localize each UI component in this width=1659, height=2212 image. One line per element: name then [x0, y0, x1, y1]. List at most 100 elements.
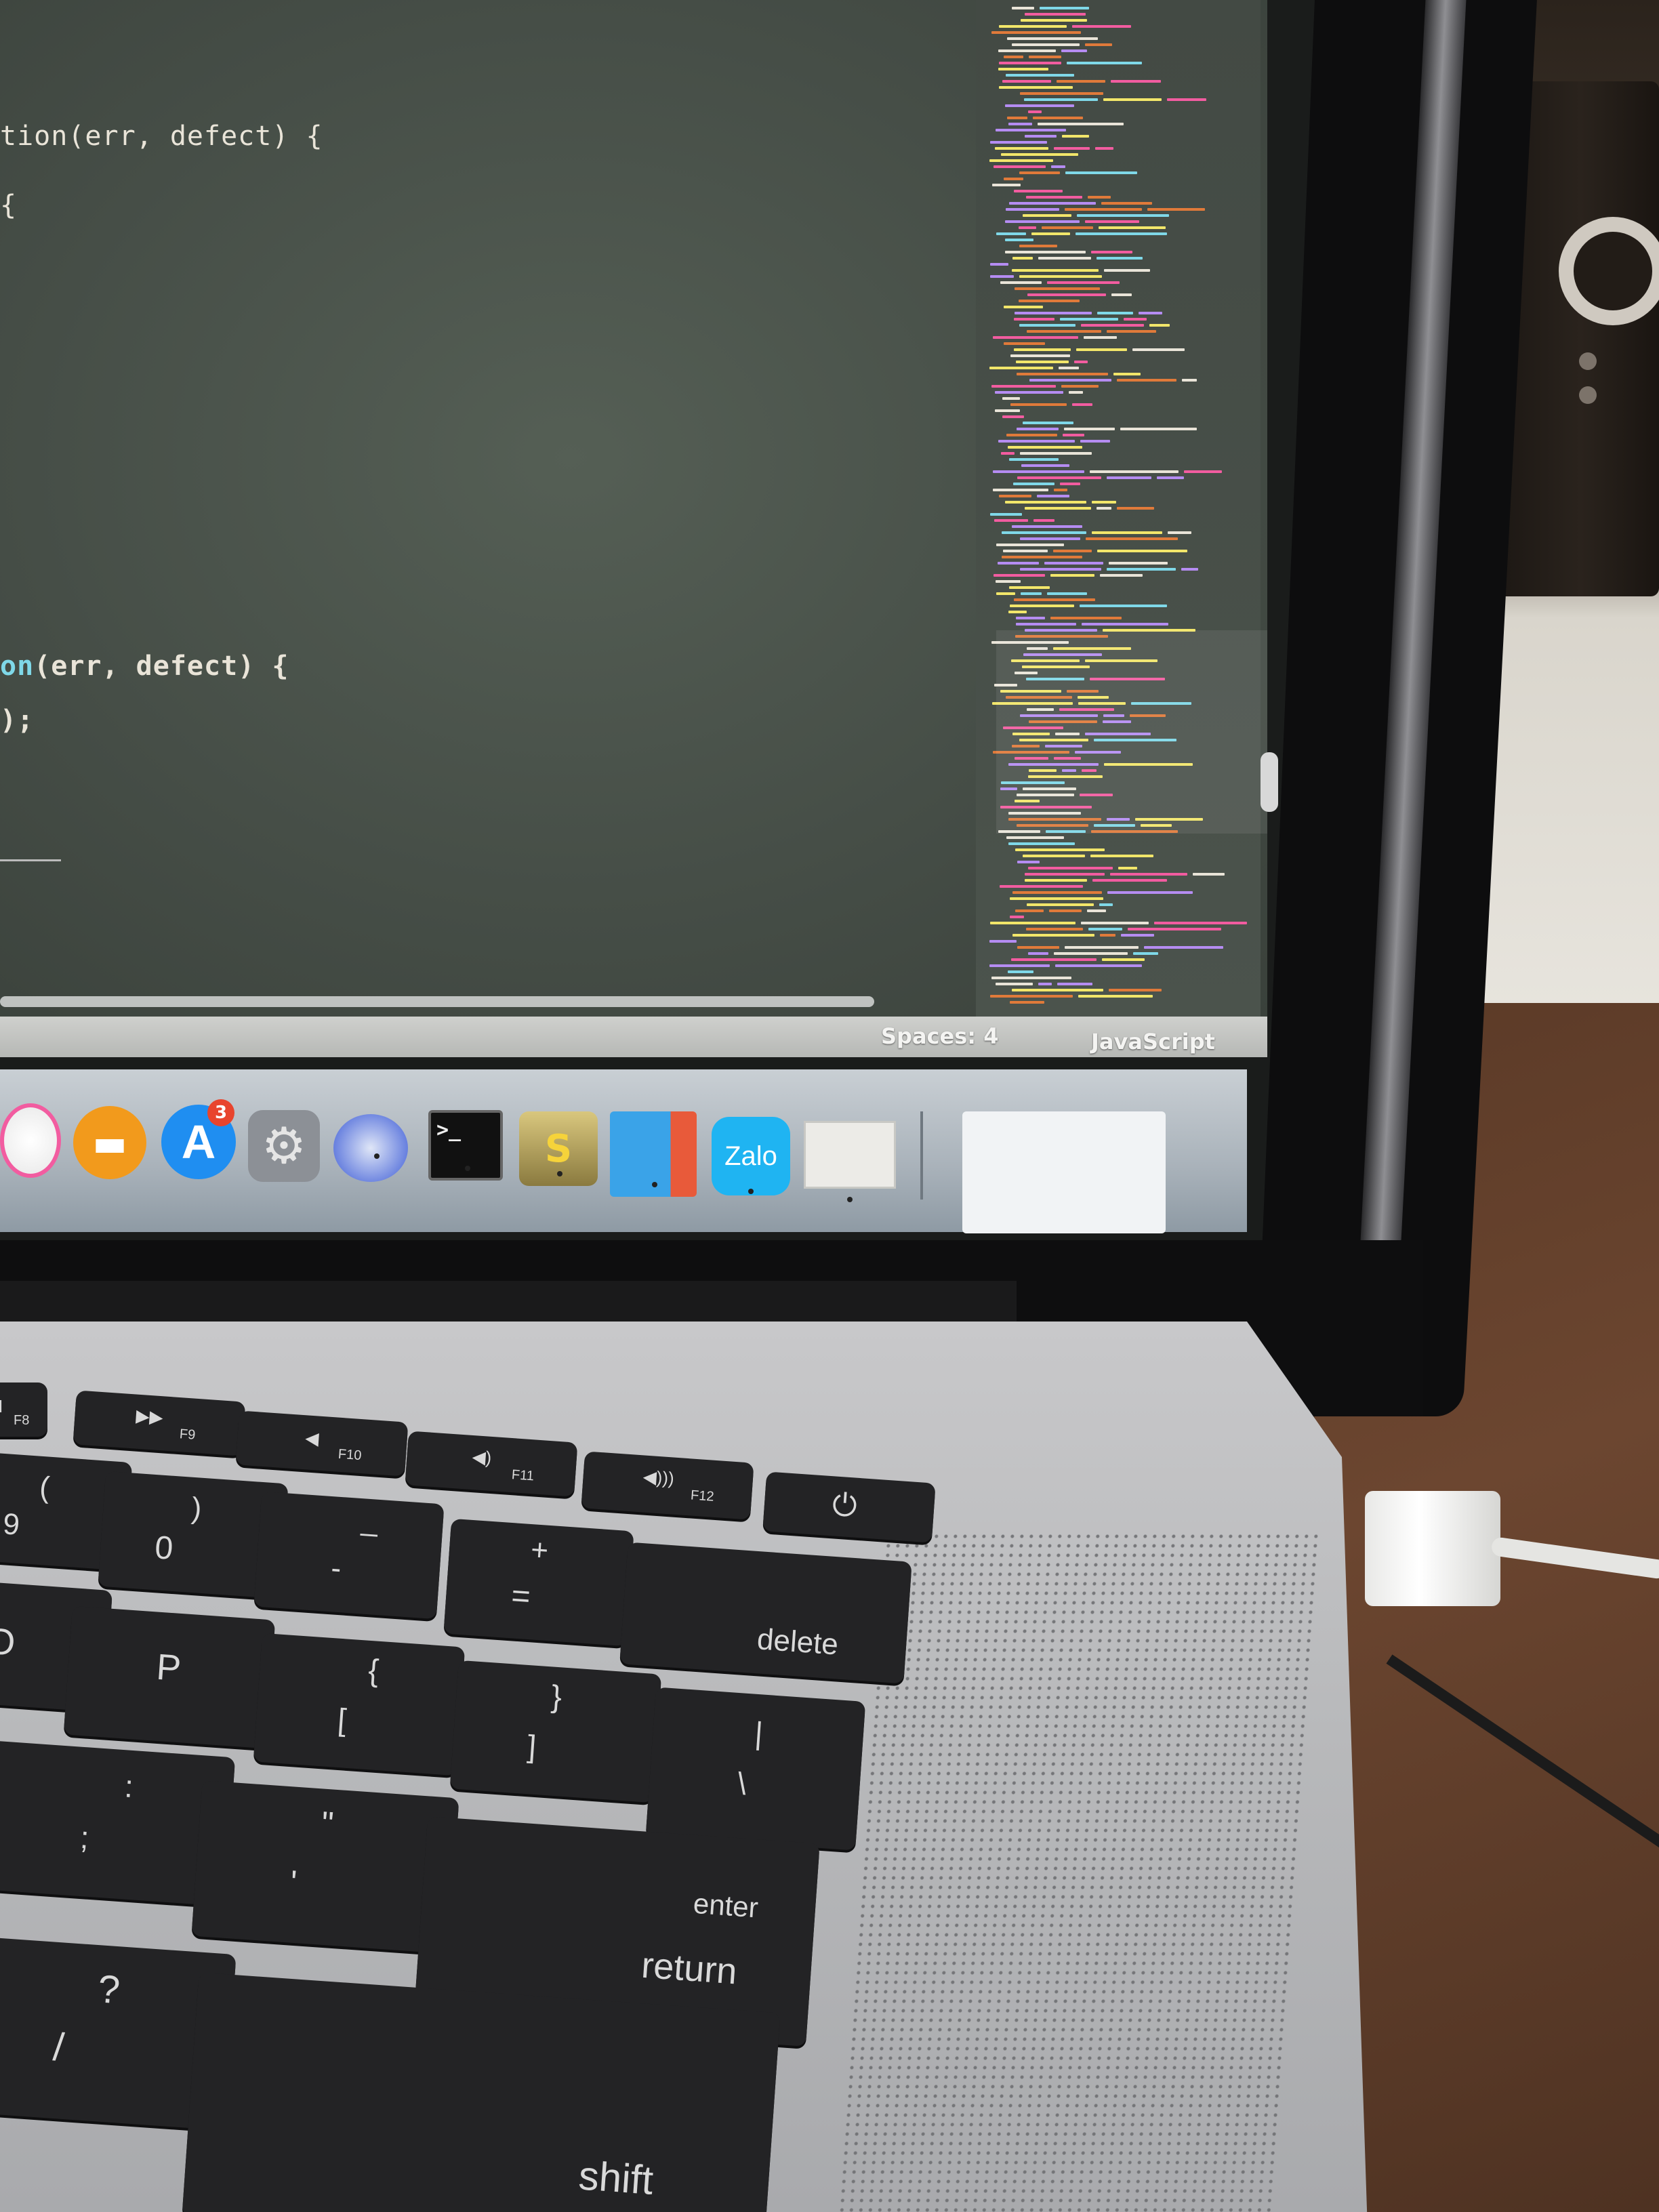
minimized-window-thumbnail[interactable] — [962, 1111, 1166, 1233]
minimap-code-row — [1087, 909, 1106, 912]
minimap-code-row — [1064, 428, 1115, 430]
itunes-icon[interactable] — [0, 1103, 61, 1178]
minimap-code-row — [1012, 269, 1099, 272]
minimap-code-row — [1000, 885, 1083, 888]
minimap-code-row — [1004, 306, 1043, 308]
key-quote[interactable]: " ' — [191, 1780, 459, 1954]
minimap-code-row — [1095, 147, 1113, 150]
minimap-code-row — [996, 580, 1021, 583]
minimap-code-row — [1061, 385, 1099, 388]
minimap-code-row — [1029, 379, 1111, 382]
minimap-code-row — [1124, 318, 1147, 321]
horizontal-scrollbar[interactable] — [0, 996, 874, 1007]
minimap-code-row — [1016, 623, 1076, 626]
minimap-code-row — [1023, 855, 1085, 857]
minimap-code-row — [1002, 556, 1082, 558]
minimap-code-row — [1014, 190, 1063, 192]
minimap-code-row — [1005, 104, 1074, 107]
minimap-code-row — [995, 147, 1048, 150]
minimap-code-row — [1057, 983, 1092, 985]
minimap-code-row — [1028, 867, 1113, 869]
minimap-code-row — [1012, 7, 1034, 9]
minimap-code-row — [1025, 879, 1087, 882]
minimap-code-row — [1020, 92, 1103, 95]
parallels-window-icon[interactable] — [804, 1121, 896, 1189]
minimap-code-row — [1063, 434, 1084, 436]
minimap-code-row — [1006, 74, 1074, 77]
minimap-code-row — [1014, 598, 1095, 601]
minimap-code-row — [993, 489, 1048, 491]
vertical-scrollbar-thumb[interactable] — [1261, 752, 1278, 812]
minimap-code-row — [1069, 391, 1083, 394]
minimap-code-row — [989, 159, 1053, 162]
code-line[interactable]: { — [0, 190, 17, 221]
minimap-code-row — [1100, 574, 1143, 577]
running-indicator — [748, 1189, 754, 1194]
minimap-code-row — [1060, 318, 1118, 321]
minimap-code-row — [1081, 922, 1149, 924]
minimap-code-row — [1031, 232, 1070, 235]
bot-app-icon[interactable] — [333, 1114, 408, 1182]
minimap-code-row — [1020, 452, 1092, 455]
minimap-code-row — [1090, 855, 1153, 857]
minimap-code-row — [1001, 452, 1015, 455]
minimap-code-row — [1097, 507, 1111, 510]
minimap-code-row — [1111, 80, 1161, 83]
minimap-code-row — [1107, 330, 1156, 333]
key-bracket-left[interactable]: {[ — [253, 1633, 466, 1776]
key-f8[interactable]: IIF8 — [0, 1382, 47, 1437]
code-line[interactable]: tion(err, defect) { — [0, 121, 323, 152]
minimap-code-row — [1097, 550, 1187, 552]
running-indicator — [557, 1171, 562, 1176]
system-preferences-icon[interactable]: ⚙ — [248, 1110, 320, 1182]
minimap-code-row — [1086, 537, 1178, 540]
key-equals[interactable]: + = — [443, 1518, 634, 1647]
minimap-code-row — [999, 25, 1067, 28]
zalo-icon[interactable]: Zalo — [712, 1117, 790, 1195]
key-shift[interactable]: shift — [182, 1972, 781, 2212]
minimap-code-row — [1019, 171, 1060, 174]
key-bracket-right[interactable]: }] — [449, 1660, 662, 1803]
code-line[interactable]: ); — [0, 705, 34, 736]
minimap-code-row — [1049, 909, 1082, 912]
minimap-code-row — [1025, 507, 1091, 510]
minimap-code-row — [1067, 62, 1142, 64]
minimap-code-row — [1181, 568, 1198, 571]
minimap[interactable] — [976, 0, 1261, 1017]
minimap-code-row — [1097, 257, 1143, 260]
minimap-code-row — [992, 184, 1021, 186]
minimap-code-row — [1091, 251, 1132, 253]
minimap-code-row — [1092, 501, 1116, 504]
code-line[interactable]: on(err, defect) { — [0, 651, 289, 682]
minimap-code-row — [1051, 165, 1065, 168]
minimap-code-row — [1118, 867, 1137, 869]
minimap-code-row — [1040, 7, 1089, 9]
minimap-code-row — [1012, 257, 1033, 260]
status-bar: Spaces: 4 JavaScript — [0, 1017, 1267, 1057]
dock-separator — [920, 1111, 923, 1200]
minimap-code-row — [1015, 909, 1044, 912]
key-backslash[interactable]: | \ — [645, 1687, 866, 1851]
key-power[interactable]: ⏻ — [762, 1471, 936, 1543]
minimap-code-row — [1005, 251, 1086, 253]
minimap-code-row — [1113, 373, 1141, 375]
minimap-code-row — [1002, 80, 1051, 83]
minimap-code-row — [994, 165, 1046, 168]
syntax-status[interactable]: JavaScript — [1091, 1029, 1215, 1054]
minimap-code-row — [1025, 13, 1086, 16]
minimap-code-row — [990, 922, 1076, 924]
minimap-code-row — [1132, 348, 1185, 351]
minimap-viewport[interactable] — [996, 630, 1267, 834]
minimap-code-row — [1017, 476, 1101, 479]
minimap-code-row — [1065, 208, 1142, 211]
minimap-code-row — [1139, 312, 1162, 314]
minimap-code-row — [1008, 123, 1032, 125]
key-delete[interactable]: delete — [619, 1542, 912, 1684]
minimap-code-row — [1065, 171, 1137, 174]
minimap-code-row — [998, 440, 1075, 443]
key-minus[interactable]: _ - — [253, 1491, 445, 1620]
key-p[interactable]: P — [63, 1605, 276, 1749]
key-f12[interactable]: ◀))) F12 — [581, 1451, 754, 1520]
indentation-status[interactable]: Spaces: 4 — [881, 1023, 998, 1049]
ibooks-icon[interactable]: ▬ — [73, 1106, 146, 1179]
